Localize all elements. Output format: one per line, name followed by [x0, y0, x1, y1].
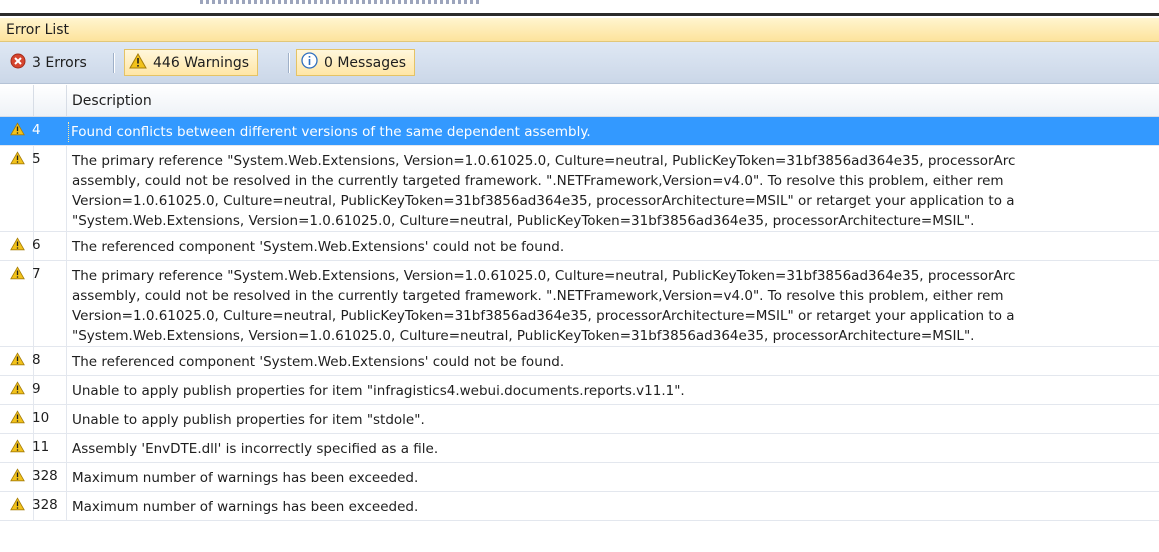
row-description: Assembly 'EnvDTE.dll' is incorrectly spe…	[72, 439, 438, 459]
description-line: Found conflicts between different versio…	[71, 124, 591, 140]
warning-icon	[129, 52, 147, 73]
description-line: Maximum number of warnings has been exce…	[72, 499, 419, 515]
description-line: Assembly 'EnvDTE.dll' is incorrectly spe…	[72, 441, 439, 457]
description-line: The primary reference "System.Web.Extens…	[72, 153, 1016, 169]
warnings-filter-label: 446 Warnings	[153, 54, 250, 71]
table-row[interactable]: 11 Assembly 'EnvDTE.dll' is incorrectly s…	[0, 434, 1159, 463]
background-window-strip	[0, 0, 1159, 16]
toolbar-separator	[113, 53, 115, 73]
description-line: assembly, could not be resolved in the c…	[72, 288, 1004, 304]
row-number: 8	[32, 352, 41, 368]
number-column-header[interactable]	[33, 85, 67, 116]
errors-filter-button[interactable]: 3 Errors	[6, 49, 95, 76]
messages-filter-button[interactable]: 0 Messages	[296, 49, 416, 76]
row-description: Maximum number of warnings has been exce…	[72, 468, 418, 488]
table-row[interactable]: 8 The referenced component 'System.Web.Ex…	[0, 347, 1159, 376]
background-window-fragment	[200, 0, 480, 4]
table-row[interactable]: 4 Found conflicts between different versi…	[0, 117, 1159, 146]
description-line: Version=1.0.61025.0, Culture=neutral, Pu…	[72, 193, 1015, 209]
error-icon	[10, 53, 26, 73]
messages-filter-label: 0 Messages	[324, 54, 407, 71]
description-line: Version=1.0.61025.0, Culture=neutral, Pu…	[72, 308, 1015, 324]
description-line: "System.Web.Extensions, Version=1.0.6102…	[72, 213, 975, 229]
row-description: Found conflicts between different versio…	[68, 122, 591, 142]
description-line: Unable to apply publish properties for i…	[72, 383, 685, 399]
row-number: 5	[32, 151, 41, 167]
warning-icon	[10, 122, 25, 136]
warning-icon	[10, 151, 25, 165]
row-description: The referenced component 'System.Web.Ext…	[72, 352, 564, 372]
filter-toolbar: 3 Errors 446 Warnings 0 Messages	[0, 42, 1159, 84]
toolbar-separator	[288, 53, 290, 73]
row-description: The primary reference "System.Web.Extens…	[72, 151, 1015, 231]
table-row[interactable]: 7 The primary reference "System.Web.Exten…	[0, 261, 1159, 347]
row-number: 9	[32, 381, 41, 397]
warning-icon	[10, 410, 25, 424]
error-list-title-bar: Error List	[0, 18, 1159, 42]
row-description: The primary reference "System.Web.Extens…	[72, 266, 1015, 346]
row-number: 7	[32, 266, 41, 282]
row-description: Unable to apply publish properties for i…	[72, 410, 425, 430]
row-number: 6	[32, 237, 41, 253]
table-row[interactable]: 10 Unable to apply publish properties for…	[0, 405, 1159, 434]
warning-icon	[10, 352, 25, 366]
warning-icon	[10, 468, 25, 482]
table-row[interactable]: 9 Unable to apply publish properties for …	[0, 376, 1159, 405]
warning-icon	[10, 237, 25, 251]
warnings-filter-button[interactable]: 446 Warnings	[124, 49, 259, 76]
row-number: 10	[32, 410, 50, 426]
warning-icon	[10, 439, 25, 453]
row-number: 4	[32, 122, 41, 138]
description-line: Unable to apply publish properties for i…	[72, 412, 425, 428]
window-border	[0, 13, 1159, 16]
warning-icon	[10, 266, 25, 280]
errors-filter-label: 3 Errors	[32, 54, 87, 71]
table-row[interactable]: 5 The primary reference "System.Web.Exten…	[0, 146, 1159, 232]
table-row[interactable]: 6 The referenced component 'System.Web.Ex…	[0, 232, 1159, 261]
category-column-header[interactable]	[0, 85, 34, 116]
row-number: 328	[32, 497, 58, 513]
warning-icon	[10, 497, 25, 511]
info-icon	[301, 52, 318, 73]
warning-icon	[10, 381, 25, 395]
row-description: The referenced component 'System.Web.Ext…	[72, 237, 564, 257]
table-row[interactable]: 328 Maximum number of warnings has been e…	[0, 463, 1159, 492]
description-column-header[interactable]: Description	[72, 93, 152, 109]
description-line: The referenced component 'System.Web.Ext…	[72, 239, 565, 255]
row-number: 328	[32, 468, 58, 484]
description-line: "System.Web.Extensions, Version=1.0.6102…	[72, 328, 975, 344]
panel-title: Error List	[6, 22, 70, 38]
description-line: assembly, could not be resolved in the c…	[72, 173, 1004, 189]
row-description: Maximum number of warnings has been exce…	[72, 497, 418, 517]
grid-header: Description	[0, 85, 1159, 117]
description-line: The primary reference "System.Web.Extens…	[72, 268, 1016, 284]
table-row[interactable]: 328 Maximum number of warnings has been e…	[0, 492, 1159, 521]
row-description: Unable to apply publish properties for i…	[72, 381, 685, 401]
description-line: Maximum number of warnings has been exce…	[72, 470, 419, 486]
row-number: 11	[32, 439, 50, 455]
description-line: The referenced component 'System.Web.Ext…	[72, 354, 565, 370]
